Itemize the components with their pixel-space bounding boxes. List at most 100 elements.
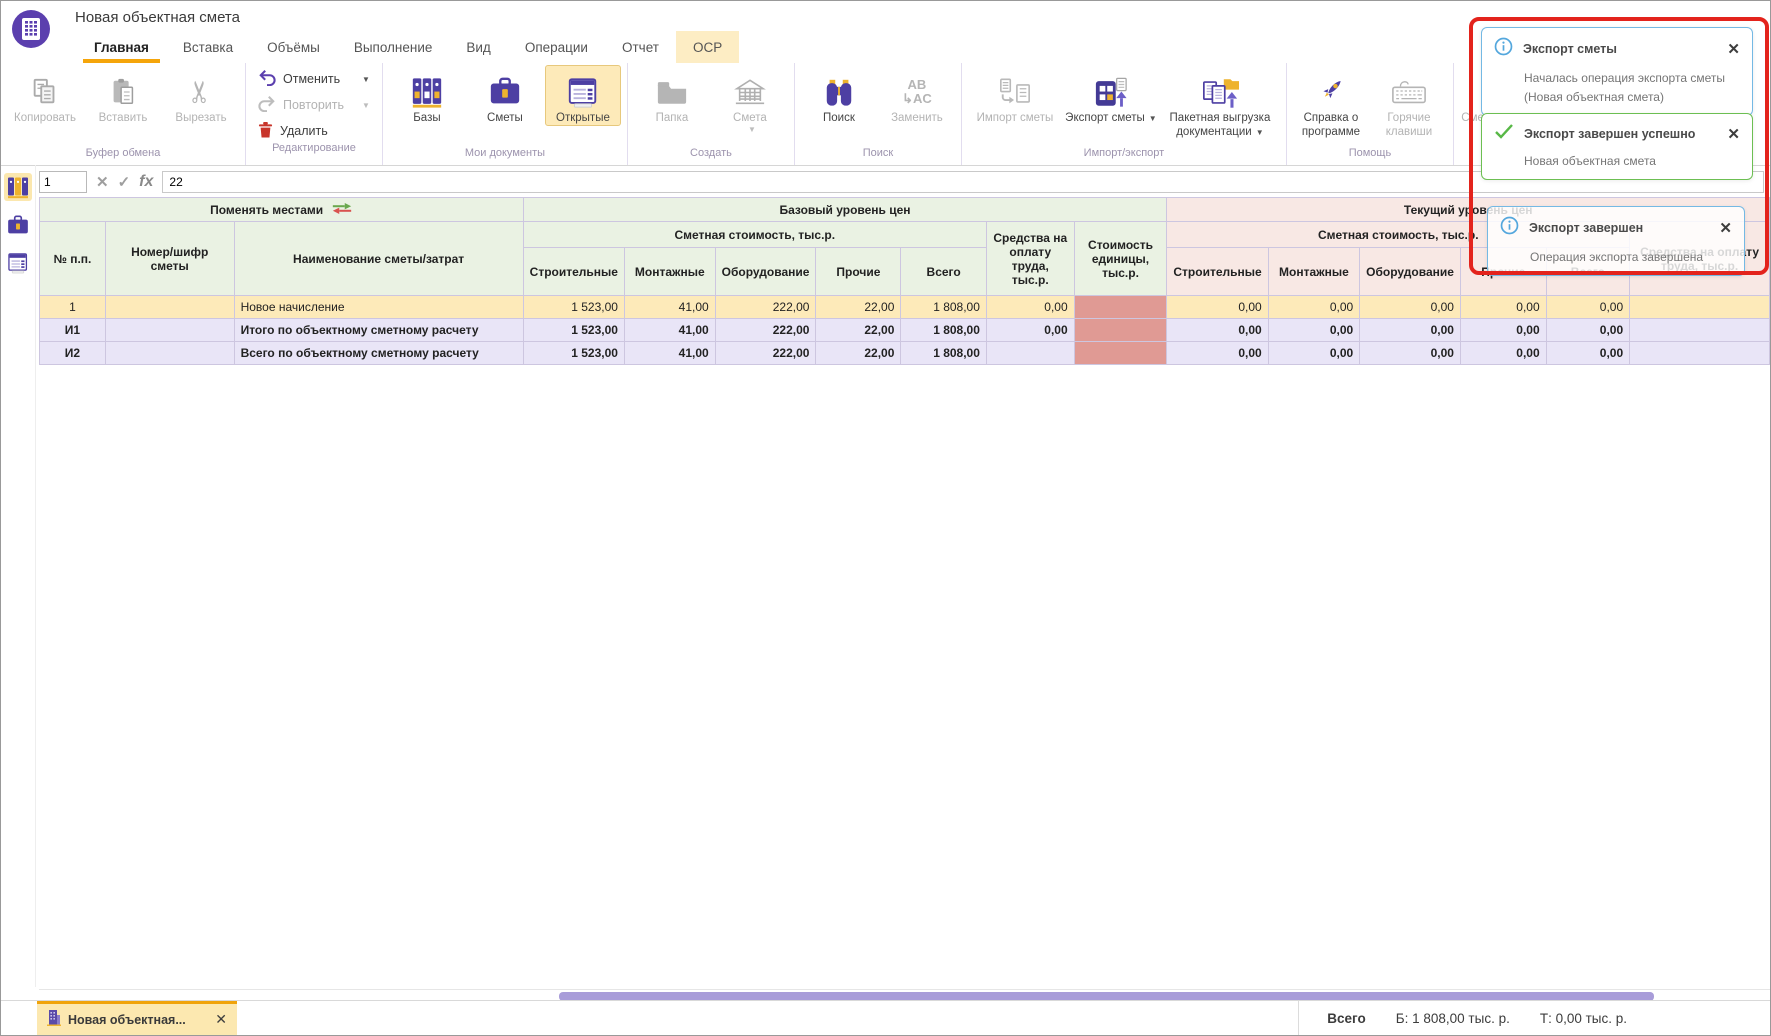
cell-value[interactable]: 0,00: [1546, 296, 1630, 319]
cell-value[interactable]: [1630, 296, 1770, 319]
cell-value[interactable]: 1 808,00: [901, 319, 987, 342]
cell-value[interactable]: 0,00: [1167, 296, 1268, 319]
tab-vstavka[interactable]: Вставка: [166, 31, 250, 63]
col-header-oborud-current[interactable]: Оборудование: [1360, 248, 1461, 296]
cell-value[interactable]: 0,00: [1460, 342, 1546, 365]
cell-value[interactable]: 1 808,00: [901, 342, 987, 365]
about-button[interactable]: Справка о программе: [1293, 65, 1369, 141]
tab-vid[interactable]: Вид: [449, 31, 507, 63]
tab-glavnaya[interactable]: Главная: [77, 31, 166, 63]
cell-value[interactable]: 0,00: [986, 319, 1074, 342]
batch-upload-button[interactable]: Пакетная выгрузка документации▼: [1160, 65, 1280, 141]
tab-otchet[interactable]: Отчет: [605, 31, 676, 63]
cell-unit-cost-blocked[interactable]: [1074, 319, 1167, 342]
cell-num[interactable]: И2: [40, 342, 106, 365]
cell-value[interactable]: 1 523,00: [523, 296, 624, 319]
export-estimate-button[interactable]: Экспорт сметы▼: [1064, 65, 1158, 126]
fx-icon[interactable]: fx: [139, 173, 153, 191]
cut-button[interactable]: ✂ Вырезать: [163, 65, 239, 126]
cell-unit-cost-blocked[interactable]: [1074, 342, 1167, 365]
cell-value[interactable]: 0,00: [1360, 342, 1461, 365]
cell-name[interactable]: Новое начисление: [234, 296, 523, 319]
cell-num[interactable]: И1: [40, 319, 106, 342]
cell-code[interactable]: [105, 296, 234, 319]
cell-value[interactable]: 0,00: [1460, 319, 1546, 342]
export-dropdown-icon[interactable]: ▼: [1149, 114, 1157, 123]
create-estimate-dropdown-icon[interactable]: ▼: [748, 125, 756, 135]
close-icon[interactable]: ✕: [1727, 40, 1740, 58]
copy-button[interactable]: Копировать: [7, 65, 83, 126]
cell-value[interactable]: [1630, 342, 1770, 365]
cell-name[interactable]: Итого по объектному сметному расчету: [234, 319, 523, 342]
undo-button[interactable]: Отменить▼: [258, 69, 370, 89]
redo-button[interactable]: Повторить▼: [258, 95, 370, 115]
col-header-stroit-base[interactable]: Строительные: [523, 248, 624, 296]
cell-value[interactable]: 0,00: [1546, 319, 1630, 342]
confirm-entry-icon[interactable]: ✓: [118, 173, 131, 191]
col-header-labor-base[interactable]: Средства на оплату труда, тыс.р.: [986, 222, 1074, 296]
close-icon[interactable]: ✕: [215, 1011, 227, 1028]
cell-value[interactable]: 222,00: [715, 296, 816, 319]
cell-value[interactable]: 0,00: [1167, 319, 1268, 342]
cell-num[interactable]: 1: [40, 296, 106, 319]
cell-value[interactable]: 0,00: [986, 296, 1074, 319]
hotkeys-button[interactable]: Горячие клавиши: [1371, 65, 1447, 141]
col-header-code[interactable]: Номер/шифр сметы: [105, 222, 234, 296]
redo-dropdown-icon[interactable]: ▼: [362, 101, 370, 110]
cell-value[interactable]: 41,00: [624, 342, 715, 365]
cell-value[interactable]: 0,00: [1268, 296, 1359, 319]
folder-button[interactable]: Папка: [634, 65, 710, 126]
cell-value[interactable]: [1630, 319, 1770, 342]
delete-button[interactable]: Удалить: [258, 121, 370, 141]
cell-value[interactable]: 0,00: [1546, 342, 1630, 365]
document-tab[interactable]: Новая объектная... ✕: [37, 1001, 237, 1035]
tab-operacii[interactable]: Операции: [508, 31, 605, 63]
cell-value[interactable]: 41,00: [624, 296, 715, 319]
cell-value[interactable]: 1 523,00: [523, 342, 624, 365]
replace-button[interactable]: AB↳AC Заменить: [879, 65, 955, 126]
cell-value[interactable]: 1 523,00: [523, 319, 624, 342]
cancel-entry-icon[interactable]: ✕: [96, 173, 109, 191]
opened-button[interactable]: Открытые: [545, 65, 621, 126]
panel-estimates-icon[interactable]: [4, 211, 32, 239]
panel-opened-icon[interactable]: [4, 249, 32, 277]
col-header-name[interactable]: Наименование сметы/затрат: [234, 222, 523, 296]
panel-bases-icon[interactable]: [4, 173, 32, 201]
batch-upload-dropdown-icon[interactable]: ▼: [1256, 128, 1264, 137]
col-header-montazh-current[interactable]: Монтажные: [1268, 248, 1359, 296]
tab-obyomy[interactable]: Объёмы: [250, 31, 337, 63]
cell-value[interactable]: 22,00: [816, 342, 901, 365]
cell-value[interactable]: 22,00: [816, 319, 901, 342]
col-header-num[interactable]: № п.п.: [40, 222, 106, 296]
cell-value[interactable]: 222,00: [715, 319, 816, 342]
estimates-button[interactable]: Сметы: [467, 65, 543, 126]
cell-value[interactable]: 22,00: [816, 296, 901, 319]
close-icon[interactable]: ✕: [1727, 125, 1740, 143]
table-row-i2[interactable]: И2 Всего по объектному сметному расчету …: [40, 342, 1770, 365]
col-header-unit-cost[interactable]: Стоимость единицы, тыс.р.: [1074, 222, 1167, 296]
cell-unit-cost-blocked[interactable]: [1074, 296, 1167, 319]
close-icon[interactable]: ✕: [1719, 219, 1732, 237]
cell-value[interactable]: 222,00: [715, 342, 816, 365]
bases-button[interactable]: Базы: [389, 65, 465, 126]
paste-button[interactable]: Вставить: [85, 65, 161, 126]
undo-dropdown-icon[interactable]: ▼: [362, 75, 370, 84]
cell-code[interactable]: [105, 342, 234, 365]
col-header-vsego-base[interactable]: Всего: [901, 248, 987, 296]
col-header-oborud-base[interactable]: Оборудование: [715, 248, 816, 296]
cell-value[interactable]: [986, 342, 1074, 365]
col-header-montazh-base[interactable]: Монтажные: [624, 248, 715, 296]
cell-value[interactable]: 0,00: [1360, 296, 1461, 319]
col-header-stroit-current[interactable]: Строительные: [1167, 248, 1268, 296]
cell-ref-input[interactable]: [39, 171, 87, 193]
cell-value[interactable]: 0,00: [1360, 319, 1461, 342]
search-button[interactable]: Поиск: [801, 65, 877, 126]
tab-osr[interactable]: ОСР: [676, 31, 739, 63]
cell-name[interactable]: Всего по объектному сметному расчету: [234, 342, 523, 365]
cell-value[interactable]: 41,00: [624, 319, 715, 342]
cell-code[interactable]: [105, 319, 234, 342]
col-header-prochie-base[interactable]: Прочие: [816, 248, 901, 296]
create-estimate-button[interactable]: Смета ▼: [712, 65, 788, 136]
cell-value[interactable]: 0,00: [1460, 296, 1546, 319]
cell-value[interactable]: 0,00: [1167, 342, 1268, 365]
